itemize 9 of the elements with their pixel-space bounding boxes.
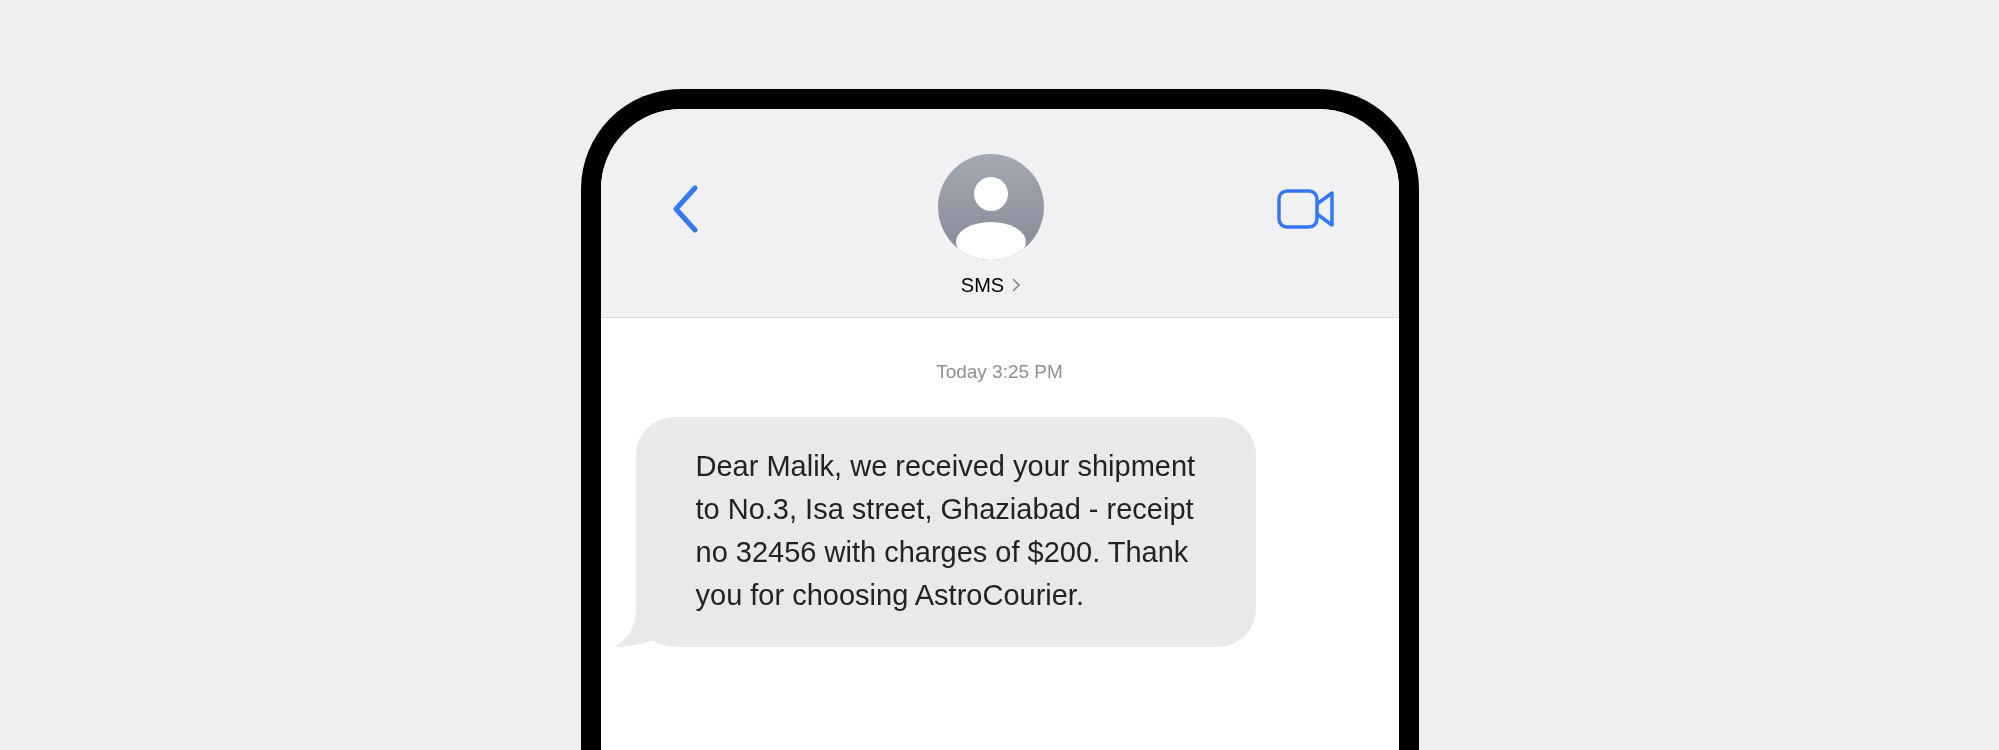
timestamp: Today 3:25 PM [936,360,1063,384]
message-text: Dear Malik, we received your shipment to No.3, Isa street, Ghaziabad - receipt no 32456 with charges of $200. Thank you for choosing AstroCourier. [695,448,1197,613]
back-chevron-icon [670,185,699,233]
video-call-button[interactable] [1276,189,1335,229]
avatar-icon[interactable] [937,154,1044,260]
chevron-right-icon [1012,278,1021,292]
video-camera-icon [1276,189,1335,229]
contact-name-button[interactable]: SMS [960,270,1021,300]
contact-name: SMS [960,273,1005,298]
